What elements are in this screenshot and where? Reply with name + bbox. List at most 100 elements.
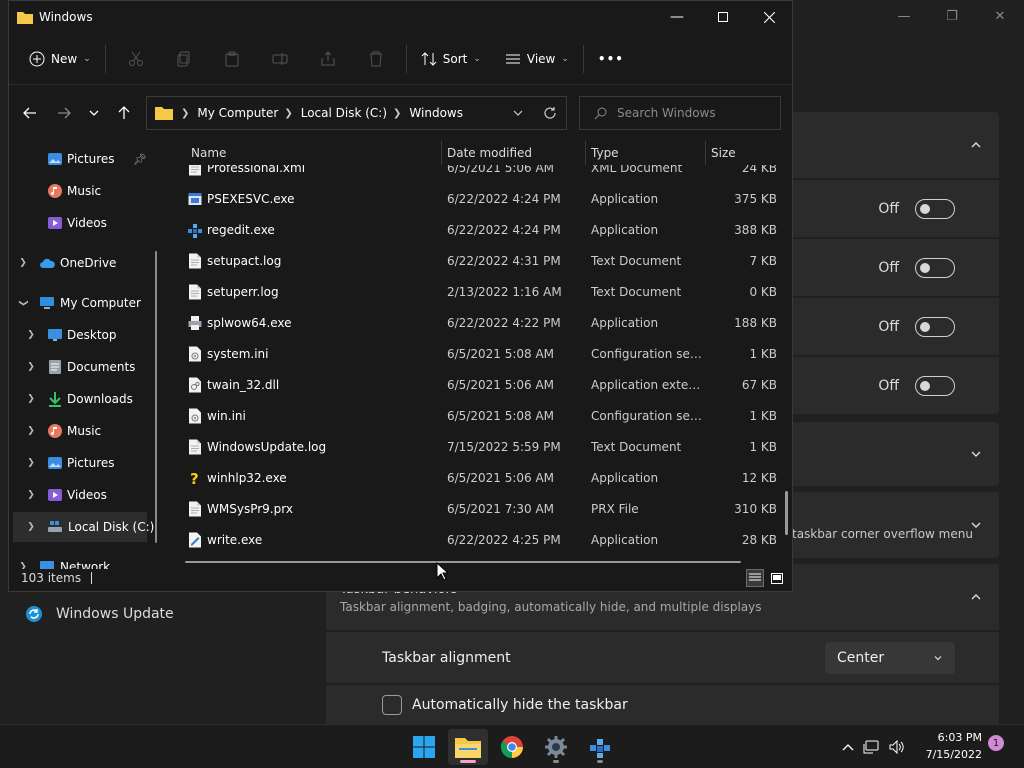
chevron-right-icon[interactable]: ❯	[25, 394, 37, 404]
nav-item-pictures-quick[interactable]: Pictures 📌︎	[9, 144, 159, 174]
nav-item-videos-quick[interactable]: Videos	[9, 208, 159, 238]
maximize-button[interactable]	[700, 1, 746, 33]
file-row[interactable]: system.ini 6/5/2021 5:08 AM Configuration …	[179, 338, 779, 369]
refresh-button[interactable]	[534, 106, 566, 120]
back-button[interactable]	[15, 98, 45, 128]
chevron-right-icon[interactable]: ❯	[25, 458, 37, 468]
close-button[interactable]	[746, 1, 792, 33]
copy-button[interactable]	[160, 41, 208, 77]
forward-button[interactable]	[49, 98, 79, 128]
settings-maximize-button[interactable]: ❐	[928, 0, 976, 32]
rename-button[interactable]	[256, 41, 304, 77]
column-header-date[interactable]: Date modified	[447, 146, 532, 160]
column-divider[interactable]	[585, 141, 586, 165]
cut-icon	[128, 51, 143, 66]
column-divider[interactable]	[705, 141, 706, 165]
documents-icon	[47, 359, 63, 375]
file-row[interactable]: ? winhlp32.exe 6/5/2021 5:06 AM Application…	[179, 462, 779, 493]
new-button[interactable]: New ⌄	[21, 41, 99, 77]
tiles-view-button[interactable]	[768, 569, 786, 587]
refresh-icon	[544, 107, 556, 119]
column-header-type[interactable]: Type	[591, 146, 619, 160]
side-nav-windows-update[interactable]: Windows Update	[24, 598, 314, 630]
file-date: 6/22/2022 4:24 PM	[447, 191, 561, 206]
file-row[interactable]: PSEXESVC.exe 6/22/2022 4:24 PM Application…	[179, 183, 779, 214]
file-row[interactable]: splwow64.exe 6/22/2022 4:22 PM Application…	[179, 307, 779, 338]
taskbar-chrome[interactable]	[492, 729, 532, 765]
file-type: Application	[591, 470, 659, 485]
paste-button[interactable]	[208, 41, 256, 77]
nav-item-local-disk[interactable]: ❯ Local Disk (C:)	[13, 512, 154, 542]
chevron-right-icon[interactable]: ❯	[25, 330, 37, 340]
taskbar-alignment-row: Taskbar alignment Center	[326, 632, 999, 683]
address-dropdown-button[interactable]	[502, 108, 534, 118]
nav-item-documents[interactable]: ❯ Documents	[9, 352, 159, 382]
nav-item-music-quick[interactable]: Music	[9, 176, 159, 206]
chrome-icon	[501, 736, 523, 758]
file-list-horizontal-scrollbar[interactable]	[185, 561, 741, 563]
nav-item-pictures[interactable]: ❯ Pictures	[9, 448, 159, 478]
chevron-right-icon[interactable]: ❯	[25, 522, 37, 532]
nav-item-music[interactable]: ❯ Music	[9, 416, 159, 446]
recent-locations-button[interactable]	[79, 98, 109, 128]
taskbar-settings[interactable]	[536, 729, 576, 765]
volume-icon[interactable]	[884, 740, 910, 754]
file-row[interactable]: setuperr.log 2/13/2022 1:16 AM Text Docume…	[179, 276, 779, 307]
navigation-scrollbar[interactable]	[155, 251, 157, 543]
delete-button[interactable]	[352, 41, 400, 77]
nav-item-onedrive[interactable]: ❯ OneDrive	[9, 248, 159, 278]
taskbar-regedit[interactable]	[580, 729, 620, 765]
nav-label: Documents	[67, 360, 136, 374]
chevron-right-icon[interactable]: ❯	[25, 490, 37, 500]
sort-button[interactable]: Sort ⌄	[413, 41, 489, 77]
up-button[interactable]	[109, 98, 139, 128]
taskbar-alignment-dropdown[interactable]: Center	[825, 641, 955, 674]
nav-item-downloads[interactable]: ❯ Downloads	[9, 384, 159, 414]
settings-minimize-button[interactable]: —	[880, 0, 928, 32]
cut-button[interactable]	[112, 41, 160, 77]
network-status-icon[interactable]	[858, 740, 884, 754]
autohide-checkbox[interactable]	[382, 694, 402, 715]
file-row[interactable]: regedit.exe 6/22/2022 4:24 PM Application 3…	[179, 214, 779, 245]
share-button[interactable]	[304, 41, 352, 77]
toggle-switch[interactable]	[915, 257, 955, 278]
file-date: 6/22/2022 4:25 PM	[447, 532, 561, 547]
file-row[interactable]: win.ini 6/5/2021 5:08 AM Configuration set…	[179, 400, 779, 431]
nav-item-my-computer[interactable]: ❯ My Computer	[9, 288, 159, 318]
clock[interactable]: 6:03 PM 7/15/2022	[912, 729, 982, 763]
toggle-switch[interactable]	[915, 316, 955, 337]
file-row[interactable]: twain_32.dll 6/5/2021 5:06 AM Application …	[179, 369, 779, 400]
file-row[interactable]: setupact.log 6/22/2022 4:31 PM Text Docume…	[179, 245, 779, 276]
toggle-switch[interactable]	[915, 198, 955, 219]
address-bar[interactable]: ❯ My Computer ❯ Local Disk (C:) ❯ Windows	[146, 96, 567, 130]
chevron-right-icon[interactable]: ❯	[17, 258, 29, 268]
column-divider[interactable]	[441, 141, 442, 165]
file-size: 1 KB	[749, 439, 777, 454]
chevron-down-icon[interactable]: ❯	[18, 297, 28, 309]
minimize-button[interactable]: —	[654, 1, 700, 33]
nav-item-desktop[interactable]: ❯ Desktop	[9, 320, 159, 350]
taskbar-file-explorer[interactable]	[448, 729, 488, 765]
start-button[interactable]	[404, 729, 444, 765]
file-row[interactable]: WMSysPr9.prx 6/5/2021 7:30 AM PRX File 310 …	[179, 493, 779, 524]
search-input[interactable]: Search Windows	[579, 96, 781, 130]
nav-item-videos[interactable]: ❯ Videos	[9, 480, 159, 510]
breadcrumb-windows[interactable]: Windows	[409, 106, 463, 120]
explorer-titlebar[interactable]: Windows —	[9, 1, 792, 33]
view-button[interactable]: View ⌄	[497, 41, 577, 77]
chevron-right-icon[interactable]: ❯	[25, 362, 37, 372]
show-hidden-icons-button[interactable]	[838, 743, 858, 751]
chevron-right-icon[interactable]: ❯	[25, 426, 37, 436]
file-row[interactable]: write.exe 6/22/2022 4:25 PM Application 28 …	[179, 524, 779, 555]
file-list-vertical-scrollbar[interactable]	[785, 491, 788, 535]
settings-close-button[interactable]: ✕	[976, 0, 1024, 32]
column-header-name[interactable]: Name	[191, 146, 226, 160]
notification-badge[interactable]: 1	[988, 735, 1004, 751]
file-row[interactable]: WindowsUpdate.log 7/15/2022 5:59 PM Text D…	[179, 431, 779, 462]
breadcrumb-my-computer[interactable]: My Computer ❯	[197, 106, 292, 120]
details-view-button[interactable]	[746, 569, 764, 587]
more-options-button[interactable]: •••	[590, 41, 632, 77]
breadcrumb-local-disk[interactable]: Local Disk (C:) ❯	[301, 106, 402, 120]
toggle-switch[interactable]	[915, 375, 955, 396]
column-header-size[interactable]: Size	[711, 146, 736, 160]
